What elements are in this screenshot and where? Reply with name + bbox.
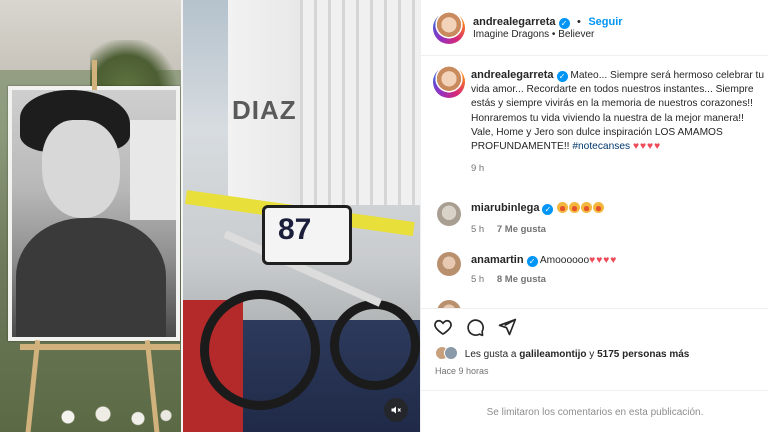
avatar[interactable] — [433, 66, 465, 98]
container-ribs — [300, 0, 420, 205]
caption-text: Mateo... Siempre será hermoso celebrar t… — [471, 70, 765, 153]
easel-bar — [20, 344, 180, 350]
share-icon[interactable] — [497, 317, 517, 337]
comments-limited-notice: Se limitaron los comentarios en esta pub… — [421, 390, 768, 432]
front-wheel — [330, 300, 420, 390]
header-username[interactable]: andrealegarreta — [473, 16, 556, 28]
avatar — [444, 346, 458, 360]
verified-badge-icon: ✓ — [558, 18, 570, 29]
comment-meta: 5 h 8 Me gusta — [471, 274, 546, 285]
hashtag-link[interactable]: #notecanses — [572, 141, 630, 152]
rear-wheel — [200, 290, 320, 410]
flowers — [40, 402, 180, 432]
heart-emojis: ♥♥♥♥ — [632, 141, 662, 153]
caption-time: 9 h — [471, 163, 485, 175]
container-logo: DIAZ — [232, 95, 297, 125]
heart-emojis: ♥♥♥♥ — [589, 255, 618, 266]
follow-button[interactable]: Seguir — [588, 16, 622, 28]
post-media[interactable]: DIAZ 87 — [0, 0, 420, 432]
verified-badge-icon: ✓ — [542, 204, 554, 215]
easel-top — [92, 60, 97, 90]
post-header: andrealegarreta ✓ • Seguir Imagine Dragon… — [421, 0, 768, 56]
avatar[interactable] — [437, 252, 461, 276]
bike-number: 87 — [278, 213, 312, 246]
comment-likes[interactable]: 7 Me gusta — [497, 224, 546, 235]
speaker-muted-icon — [391, 406, 401, 414]
action-bar — [421, 308, 768, 344]
caption-username[interactable]: andrealegarreta — [471, 69, 554, 81]
liker-username[interactable]: galileamontijo — [519, 349, 586, 360]
avatar[interactable] — [433, 12, 465, 44]
comment-likes[interactable]: 8 Me gusta — [497, 274, 546, 285]
comment-row: miarubinlega ✓ — [471, 202, 605, 215]
comment-meta: 5 h 7 Me gusta — [471, 224, 546, 235]
post-caption: andrealegarreta ✓ Mateo... Siempre será h… — [471, 68, 767, 176]
portrait-photo — [12, 90, 176, 337]
likes-count[interactable]: 5175 personas más — [597, 349, 689, 360]
comments-list[interactable]: andrealegarreta ✓ Mateo... Siempre será h… — [421, 56, 768, 308]
verified-badge-icon: ✓ — [556, 71, 568, 82]
likes-summary: Les gusta a galileamontijo y 5175 person… — [435, 346, 689, 360]
comment-username[interactable]: anamartin — [471, 254, 524, 266]
post-sidebar: andrealegarreta ✓ • Seguir Imagine Dragon… — [420, 0, 768, 432]
mute-button[interactable] — [384, 398, 408, 422]
comment-text: Amoooooo — [539, 255, 590, 266]
post-date: Hace 9 horas — [435, 366, 489, 376]
comment-row: anamartin ✓ Amoooooo♥♥♥♥ — [471, 254, 617, 267]
comment-icon[interactable] — [465, 317, 485, 337]
avatar[interactable] — [437, 202, 461, 226]
song-link[interactable]: Imagine Dragons • Believer — [473, 29, 594, 40]
comment-username[interactable]: miarubinlega — [471, 202, 539, 214]
heart-icon[interactable] — [433, 317, 453, 337]
avatar[interactable] — [437, 300, 461, 308]
verified-badge-icon: ✓ — [526, 256, 538, 267]
smiling-emoji-icon — [556, 202, 605, 214]
